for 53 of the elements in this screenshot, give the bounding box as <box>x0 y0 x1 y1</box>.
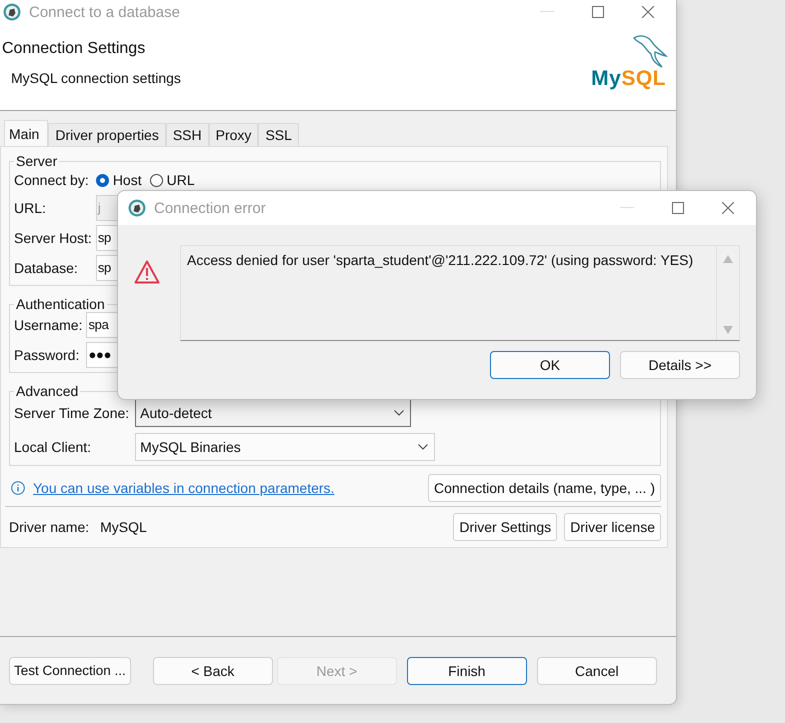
field-label: Server Host: <box>14 230 92 246</box>
error-message: Access denied for user 'sparta_student'@'211.222.109.72' (using password: YES) <box>186 251 694 270</box>
tab[interactable]: SSL <box>258 123 299 146</box>
tab[interactable]: Proxy <box>208 123 258 146</box>
driver-name-value: MySQL <box>100 519 147 535</box>
field-label: Username: <box>14 317 82 333</box>
field-label: Connect by: <box>14 172 90 188</box>
dialog-button[interactable]: OK <box>490 351 610 379</box>
driver-button[interactable]: Driver Settings <box>453 513 558 541</box>
scroll-down-icon[interactable] <box>723 326 733 334</box>
tab[interactable]: Driver properties <box>48 123 166 146</box>
page-title: Connection Settings <box>2 40 146 58</box>
field-label: URL: <box>14 200 47 216</box>
wizard-button[interactable]: Finish <box>406 656 527 684</box>
field-label: Server Time Zone: <box>14 405 130 421</box>
dropdown[interactable]: MySQL Binaries <box>135 433 436 461</box>
info-icon <box>11 481 25 495</box>
app-icon <box>3 3 21 21</box>
window-title: Connect to a database <box>29 4 180 20</box>
field-label: Local Client: <box>14 439 92 455</box>
driver-button[interactable]: Driver license <box>564 513 661 541</box>
dialog-button[interactable]: Details >> <box>620 351 740 379</box>
minimize-icon[interactable] <box>620 207 634 209</box>
app-icon <box>128 199 146 217</box>
tab[interactable]: SSH <box>166 123 209 146</box>
variables-link[interactable]: You can use variables in connection parameters. <box>33 480 334 496</box>
connection-details-button[interactable]: Connection details (name, type, ... ) <box>428 474 661 502</box>
page-subtitle: MySQL connection settings <box>11 70 182 86</box>
scroll-up-icon[interactable] <box>723 255 733 263</box>
maximize-icon[interactable] <box>672 202 684 214</box>
dialog-title: Connection error <box>154 200 266 216</box>
chevron-down-icon <box>394 410 404 416</box>
field-label: Password: <box>14 347 80 363</box>
dolphin-icon <box>630 34 670 70</box>
radio-option[interactable]: Host <box>96 172 142 188</box>
wizard-button[interactable]: Cancel <box>536 656 657 684</box>
close-icon[interactable] <box>642 6 654 18</box>
group-title: Server <box>15 153 58 169</box>
tab[interactable]: Main <box>4 120 48 146</box>
wizard-button[interactable]: < Back <box>152 656 273 684</box>
logo-wordmark: MySQL <box>591 68 666 90</box>
warning-icon <box>134 260 160 284</box>
close-icon[interactable] <box>722 202 734 214</box>
group-title: Advanced <box>15 383 80 399</box>
wizard-button[interactable]: Test Connection ... <box>9 656 131 684</box>
maximize-icon[interactable] <box>592 6 604 18</box>
minimize-icon[interactable] <box>540 11 554 13</box>
driver-name-label: Driver name: <box>9 519 90 535</box>
field-label: Database: <box>14 260 79 276</box>
dropdown[interactable]: Auto-detect <box>135 399 412 427</box>
group-title: Authentication <box>15 296 106 312</box>
chevron-down-icon <box>418 444 428 450</box>
radio-option[interactable]: URL <box>150 172 195 188</box>
